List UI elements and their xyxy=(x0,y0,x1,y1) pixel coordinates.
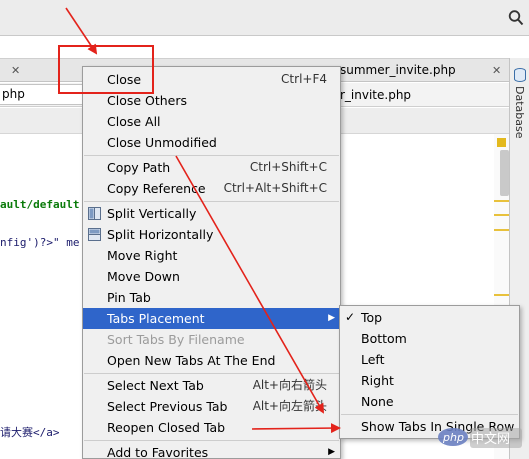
menu-item-label: Reopen Closed Tab xyxy=(107,420,226,435)
menu-item-select-next-tab[interactable]: Select Next Tab Alt+向右箭头 xyxy=(83,375,340,396)
menu-item-shortcut: Alt+向左箭头 xyxy=(252,399,327,413)
error-stripe-mark[interactable] xyxy=(494,200,509,202)
menu-item-label: Split Vertically xyxy=(107,206,197,221)
menu-item-close-unmodified[interactable]: Close Unmodified xyxy=(83,132,340,153)
menu-item-tabs-placement[interactable]: Tabs Placement ▶ xyxy=(83,308,340,329)
submenu-item-label: Left xyxy=(361,352,385,367)
tab-close-icon[interactable]: ✕ xyxy=(492,59,501,82)
submenu-item-label: Top xyxy=(361,310,383,325)
tabs-placement-submenu: ✓ Top Bottom Left Right None Show Tabs In… xyxy=(339,305,520,439)
error-stripe-mark[interactable] xyxy=(494,294,509,296)
menu-item-label: Copy Reference xyxy=(107,181,206,196)
annotation-highlight-box xyxy=(58,45,154,94)
menu-item-shortcut: Ctrl+F4 xyxy=(281,72,327,86)
menu-item-add-to-favorites[interactable]: Add to Favorites ▶ xyxy=(83,442,340,459)
menu-separator xyxy=(84,440,339,441)
code-line: ault/default xyxy=(0,198,80,211)
menu-item-label: Select Previous Tab xyxy=(107,399,228,414)
menu-item-label: Pin Tab xyxy=(107,290,151,305)
tab-context-menu: Close Ctrl+F4 Close Others Close All Clos… xyxy=(82,66,341,459)
error-stripe-mark[interactable] xyxy=(494,214,509,216)
menu-item-move-down[interactable]: Move Down xyxy=(83,266,340,287)
menu-item-label: Close Unmodified xyxy=(107,135,217,150)
watermark-logo-text: php xyxy=(443,431,464,444)
menu-item-copy-path[interactable]: Copy Path Ctrl+Shift+C xyxy=(83,157,340,178)
submenu-item-label: Bottom xyxy=(361,331,407,346)
submenu-item-left[interactable]: Left xyxy=(340,349,519,370)
file-name-label: r_invite.php xyxy=(340,88,412,102)
menu-item-move-right[interactable]: Move Right xyxy=(83,245,340,266)
menu-separator xyxy=(84,201,339,202)
menu-item-split-horizontally[interactable]: Split Horizontally xyxy=(83,224,340,245)
search-icon[interactable] xyxy=(508,9,524,27)
database-tool-button[interactable]: Database xyxy=(513,86,526,139)
menu-item-shortcut: Alt+向右箭头 xyxy=(252,378,327,392)
menu-item-shortcut: Ctrl+Shift+C xyxy=(249,160,327,174)
scrollbar-thumb[interactable] xyxy=(500,150,509,196)
warning-marker[interactable] xyxy=(497,138,506,147)
submenu-item-bottom[interactable]: Bottom xyxy=(340,328,519,349)
menu-item-label: Move Right xyxy=(107,248,178,263)
checkmark-icon: ✓ xyxy=(345,310,356,324)
menu-item-label: Open New Tabs At The End xyxy=(107,353,276,368)
menu-separator xyxy=(84,373,339,374)
menu-item-label: Copy Path xyxy=(107,160,171,175)
menu-item-pin-tab[interactable]: Pin Tab xyxy=(83,287,340,308)
split-vertical-icon xyxy=(88,207,101,220)
menu-item-copy-reference[interactable]: Copy Reference Ctrl+Alt+Shift+C xyxy=(83,178,340,199)
submenu-item-label: None xyxy=(361,394,394,409)
code-line: nfig')?>" me xyxy=(0,236,80,249)
menu-item-label: Select Next Tab xyxy=(107,378,204,393)
main-toolbar xyxy=(0,0,529,36)
submenu-arrow-icon: ▶ xyxy=(328,447,335,457)
menu-item-shortcut: Ctrl+Alt+Shift+C xyxy=(223,181,327,195)
menu-item-split-vertically[interactable]: Split Vertically xyxy=(83,203,340,224)
menu-separator xyxy=(341,414,518,415)
error-stripe-mark[interactable] xyxy=(494,229,509,231)
split-horizontal-icon xyxy=(88,228,101,241)
watermark-text: 中文网 xyxy=(471,432,511,447)
menu-item-select-previous-tab[interactable]: Select Previous Tab Alt+向左箭头 xyxy=(83,396,340,417)
submenu-item-none[interactable]: None xyxy=(340,391,519,412)
menu-item-open-new-tabs-at-end[interactable]: Open New Tabs At The End xyxy=(83,350,340,371)
menu-item-sort-tabs: Sort Tabs By Filename xyxy=(83,329,340,350)
menu-separator xyxy=(84,155,339,156)
tab-summer-invite[interactable]: summer_invite.php xyxy=(340,59,456,82)
database-icon[interactable] xyxy=(514,68,526,82)
code-line: 请大赛</a> xyxy=(0,426,60,439)
menu-item-label: Sort Tabs By Filename xyxy=(107,332,245,347)
menu-item-reopen-closed-tab[interactable]: Reopen Closed Tab xyxy=(83,417,340,438)
submenu-arrow-icon: ▶ xyxy=(328,313,335,323)
menu-item-label: Close All xyxy=(107,114,161,129)
submenu-item-label: Right xyxy=(361,373,394,388)
menu-item-label: Split Horizontally xyxy=(107,227,214,242)
menu-item-label: Add to Favorites xyxy=(107,445,209,459)
menu-item-label: Tabs Placement xyxy=(107,311,205,326)
menu-item-close-all[interactable]: Close All xyxy=(83,111,340,132)
tab-close-icon[interactable]: ✕ xyxy=(11,59,20,82)
submenu-item-top[interactable]: ✓ Top xyxy=(340,307,519,328)
menu-item-label: Move Down xyxy=(107,269,180,284)
submenu-item-right[interactable]: Right xyxy=(340,370,519,391)
